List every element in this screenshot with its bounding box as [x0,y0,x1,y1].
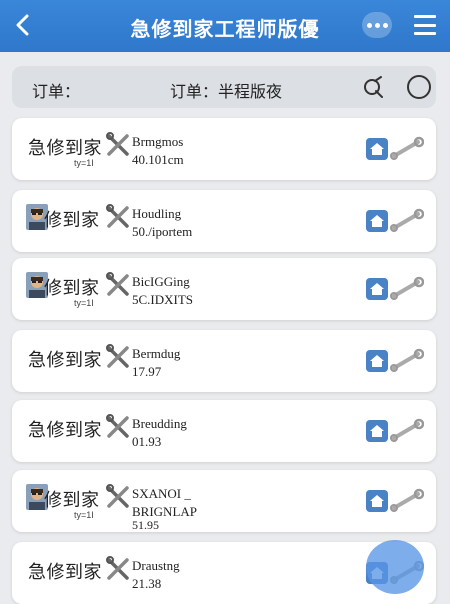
order-card[interactable]: 修到家 ty=1I SXANOI _ BRIGNLAP 51.95 [12,470,436,532]
order-card[interactable]: 修到家 Houdling 50./iportem [12,190,436,252]
engineer-name: 修到家 [44,210,100,230]
tools-icon [106,132,129,156]
order-type-filter[interactable]: 订单：半程版夜 [170,78,282,102]
tools-icon [106,272,129,296]
wrench-icon[interactable] [390,136,424,162]
tools-icon [106,344,129,368]
order-subtext: ty=1I [74,158,94,168]
home-icon[interactable] [366,490,388,512]
order-title: BicIGGing [132,274,190,289]
menu-line [414,23,436,27]
order-detail: 5C.IDXITS [132,292,194,307]
circle-icon[interactable] [407,75,431,99]
menu-line [414,15,436,18]
order-subtext: ty=1I [74,298,94,308]
more-dot [366,22,372,28]
order-title: SXANOI _ [132,486,191,501]
filter-search-icon[interactable] [362,75,386,99]
tools-icon [106,204,129,228]
order-card[interactable]: 急修到家 Breudding 01.93 [12,400,436,462]
order-detail: 40.101cm [132,152,184,167]
order-detail: 50./iportem [132,224,193,239]
order-detail: 17.97 [132,364,162,379]
order-title: Draustng [132,558,180,573]
wrench-icon[interactable] [390,348,424,374]
menu-line [414,32,436,35]
home-icon[interactable] [366,138,388,160]
filter-bar: 订单： 订单：半程版夜 [12,66,436,108]
order-title: Brmgmos [132,134,184,149]
order-title: Bermdug [132,346,181,361]
engineer-name: 急修到家 [28,350,102,370]
wrench-icon[interactable] [390,418,424,444]
wrench-icon[interactable] [390,488,424,514]
tools-icon [106,556,129,580]
home-icon[interactable] [366,278,388,300]
wrench-icon[interactable] [390,276,424,302]
more-dot [374,22,380,28]
home-icon[interactable] [366,350,388,372]
engineer-name: 修到家 [44,490,100,510]
tools-icon [106,484,129,508]
engineer-name: 修到家 [44,278,100,298]
tools-icon [106,414,129,438]
order-card[interactable]: 急修到家 Bermdug 17.97 [12,330,436,392]
engineer-name: 急修到家 [28,562,102,582]
order-detail: 21.38 [132,576,162,591]
more-button[interactable] [362,12,392,38]
order-subtext: ty=1I [74,510,94,520]
order-filter-label[interactable]: 订单： [32,78,80,102]
engineer-name: 急修到家 [28,420,102,440]
wrench-icon[interactable] [390,208,424,234]
app-header: 急修到家工程师版優 [0,0,450,52]
home-icon[interactable] [366,420,388,442]
floating-action-button[interactable] [366,540,424,594]
more-dot [382,22,388,28]
menu-button[interactable] [414,15,436,35]
order-title: Breudding [132,416,187,431]
order-title: Houdling [132,206,182,221]
engineer-name: 急修到家 [28,138,102,158]
order-detail: 01.93 [132,434,162,449]
order-card[interactable]: 急修到家 ty=1I Brmgmos 40.101cm [12,118,436,180]
home-icon[interactable] [366,210,388,232]
order-price: 51.95 [132,518,159,532]
order-card[interactable]: 修到家 ty=1I BicIGGing 5C.IDXITS [12,258,436,320]
